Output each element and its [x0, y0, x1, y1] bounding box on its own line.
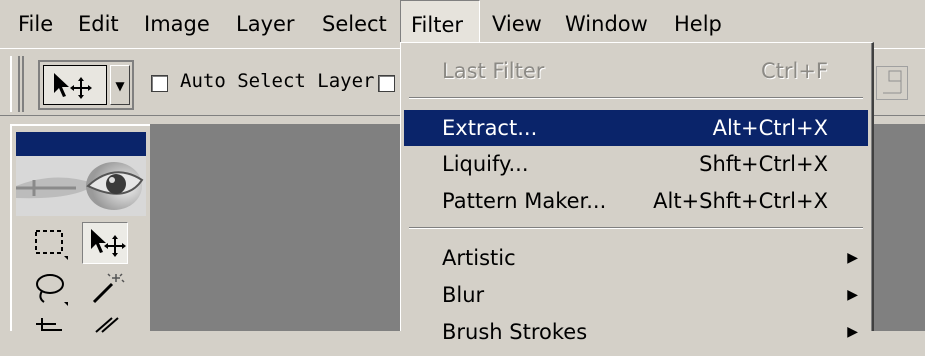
move-tool-icon[interactable] [82, 222, 128, 264]
slice-tool-icon[interactable] [82, 314, 128, 356]
app-logo-icon[interactable] [16, 156, 146, 216]
menu-item-artistic[interactable]: Artistic ▶ [404, 240, 868, 276]
last-filter-shortcut: Ctrl+F [760, 59, 828, 83]
tools-panel [10, 124, 150, 333]
extract-label: Extract... [442, 116, 538, 140]
move-tool-preset-icon [43, 65, 107, 105]
submenu-arrow-icon: ▶ [847, 250, 858, 266]
menu-select[interactable]: Select [312, 0, 397, 48]
palette-well-icon[interactable] [876, 66, 908, 100]
auto-select-layer-checkbox[interactable] [151, 75, 168, 92]
menu-item-blur[interactable]: Blur ▶ [404, 277, 868, 313]
menu-item-liquify[interactable]: Liquify... Shft+Ctrl+X [404, 146, 868, 182]
menu-view[interactable]: View [482, 0, 552, 48]
crop-tool-icon[interactable] [28, 314, 74, 356]
menu-item-last-filter: Last Filter Ctrl+F [404, 53, 868, 89]
brush-strokes-label: Brush Strokes [442, 320, 588, 344]
menu-item-pattern-maker[interactable]: Pattern Maker... Alt+Shft+Ctrl+X [404, 183, 868, 219]
blur-label: Blur [442, 283, 485, 307]
pattern-maker-label: Pattern Maker... [442, 189, 607, 213]
lasso-tool-icon[interactable] [28, 268, 74, 310]
submenu-arrow-icon: ▶ [847, 324, 858, 340]
options-bar-grip-line [18, 56, 20, 112]
menu-item-extract[interactable]: Extract... Alt+Ctrl+X [404, 110, 868, 146]
menu-file[interactable]: File [8, 0, 63, 48]
liquify-label: Liquify... [442, 152, 529, 176]
menu-layer[interactable]: Layer [226, 0, 305, 48]
liquify-shortcut: Shft+Ctrl+X [699, 152, 828, 176]
tools-panel-titlebar[interactable] [16, 132, 146, 156]
artistic-label: Artistic [442, 246, 516, 270]
filter-menu-dropdown: Last Filter Ctrl+F Extract... Alt+Ctrl+X… [400, 42, 874, 344]
pattern-maker-shortcut: Alt+Shft+Ctrl+X [653, 189, 828, 213]
menu-separator [409, 227, 863, 229]
last-filter-label: Last Filter [442, 59, 545, 83]
menu-edit[interactable]: Edit [68, 0, 129, 48]
auto-select-layer-label: Auto Select Layer [180, 70, 375, 92]
menu-window[interactable]: Window [555, 0, 658, 48]
options-bar-grip[interactable] [10, 56, 24, 112]
extract-shortcut: Alt+Ctrl+X [712, 116, 828, 140]
submenu-arrow-icon: ▶ [847, 287, 858, 303]
show-bounding-box-checkbox[interactable] [378, 75, 395, 92]
menu-item-brush-strokes[interactable]: Brush Strokes ▶ [404, 314, 868, 350]
menu-bar: File Edit Image Layer Select Filter View… [0, 0, 925, 48]
magic-wand-tool-icon[interactable] [82, 268, 128, 310]
tool-preset-picker[interactable]: ▼ [38, 60, 134, 110]
marquee-tool-icon[interactable] [28, 222, 74, 264]
menu-image[interactable]: Image [134, 0, 220, 48]
menu-separator [409, 97, 863, 99]
menu-filter[interactable]: Filter [400, 0, 480, 48]
menu-help[interactable]: Help [664, 0, 732, 48]
chevron-down-icon[interactable]: ▼ [110, 65, 130, 105]
